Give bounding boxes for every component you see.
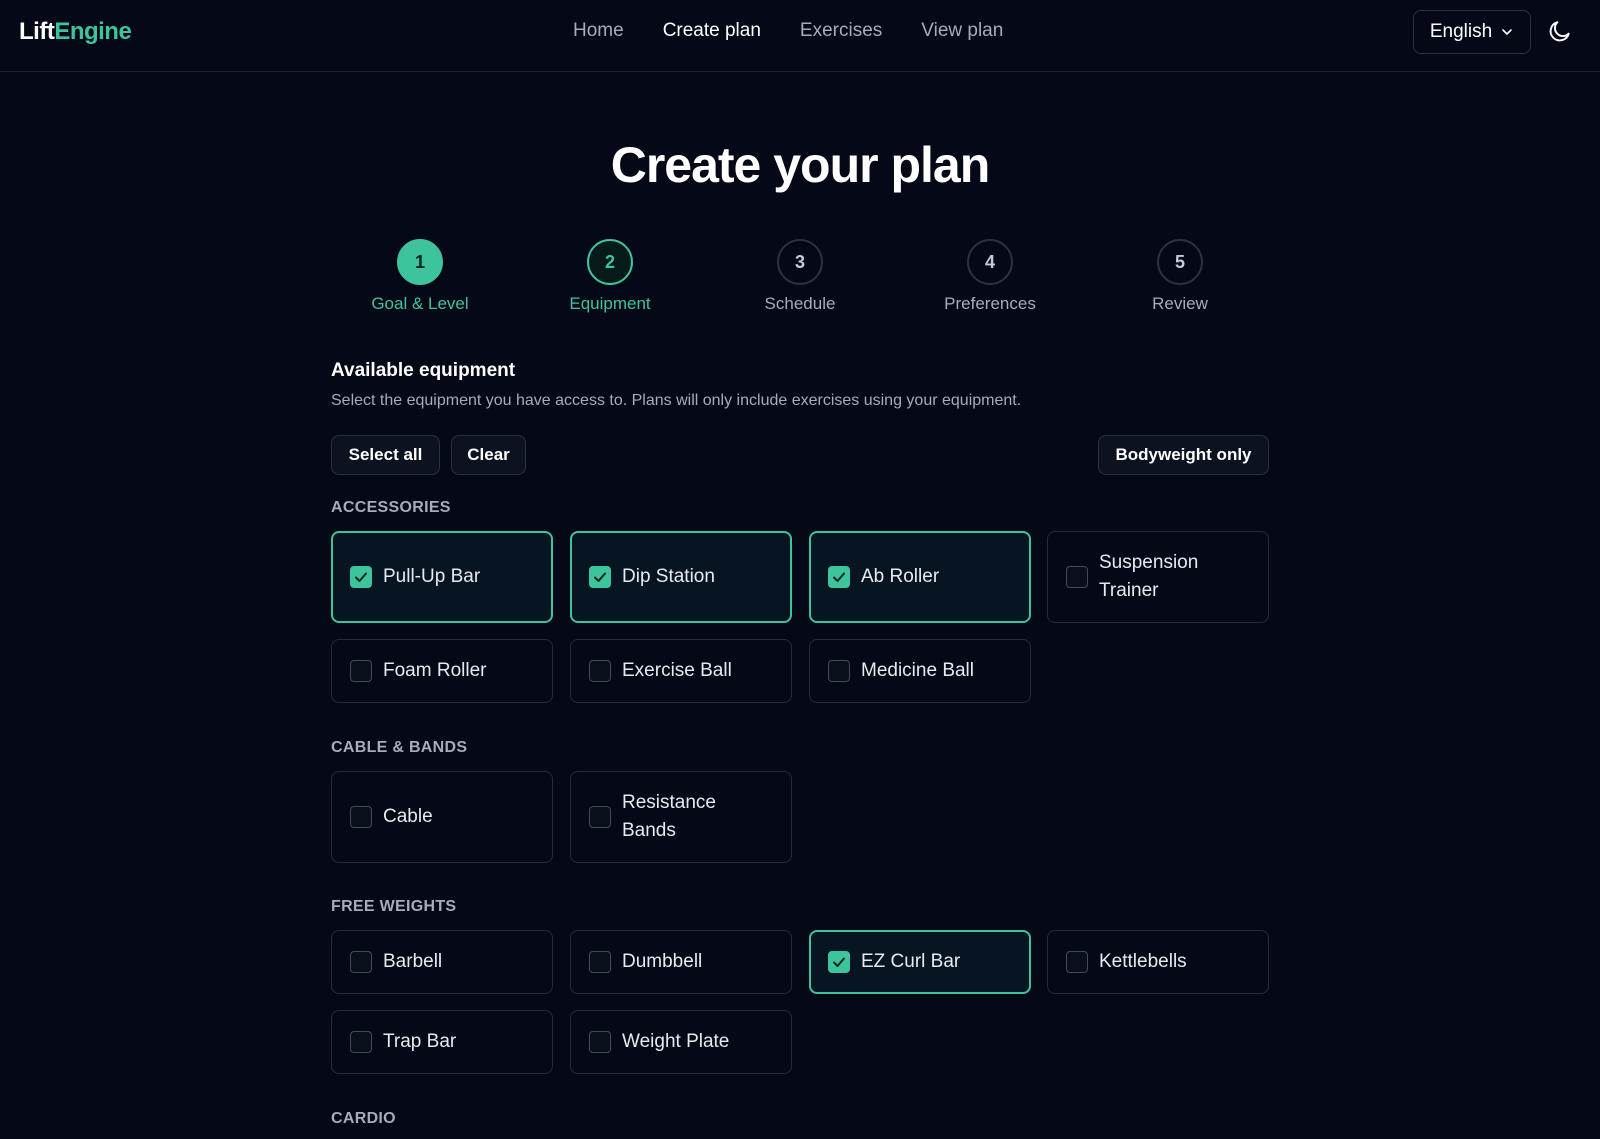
checkbox[interactable] [828,951,850,973]
equipment-card-cable[interactable]: Cable [331,771,553,863]
category-heading: ACCESSORIES [331,499,451,516]
step-goal-level[interactable]: 1 Goal & Level [350,239,490,314]
equipment-label: Ab Roller [861,566,940,587]
checkbox[interactable] [1066,566,1088,588]
equipment-label: Medicine Ball [861,660,974,681]
logo-part-engine: Engine [54,18,132,45]
equipment-label: Pull-Up Bar [383,566,481,587]
equipment-label: Suspension Trainer [1099,552,1199,601]
checkbox[interactable] [589,660,611,682]
step-label: Goal & Level [371,294,469,313]
equipment-card-exercise-ball[interactable]: Exercise Ball [570,639,792,703]
equipment-card-kettlebells[interactable]: Kettlebells [1047,930,1269,994]
language-value: English [1429,21,1493,42]
top-navbar: LiftEngine Home Create plan Exercises Vi… [0,0,1600,72]
checkbox[interactable] [350,660,372,682]
step-label: Review [1152,294,1208,313]
equipment-card-foam-roller[interactable]: Foam Roller [331,639,553,703]
moon-icon[interactable] [1547,18,1573,44]
clear-button[interactable]: Clear [451,435,526,475]
checkbox[interactable] [350,1031,372,1053]
step-schedule[interactable]: 3 Schedule [730,239,870,314]
equipment-card-weight-plate[interactable]: Weight Plate [570,1010,792,1074]
step-number: 1 [397,239,443,285]
main-nav: Home Create plan Exercises View plan [573,20,1003,42]
checkbox[interactable] [589,566,611,588]
checkbox[interactable] [350,951,372,973]
nav-view-plan[interactable]: View plan [921,20,1003,42]
section-subheading: Select the equipment you have access to.… [331,392,1022,409]
equipment-label: Kettlebells [1099,951,1187,972]
equipment-card-ez-curl-bar[interactable]: EZ Curl Bar [809,930,1031,994]
step-number: 2 [587,239,633,285]
select-all-button[interactable]: Select all [331,435,440,475]
checkbox[interactable] [350,806,372,828]
checkbox[interactable] [589,1031,611,1053]
step-label: Preferences [944,294,1036,313]
logo-part-lift: Lift [19,18,55,45]
bodyweight-only-button[interactable]: Bodyweight only [1098,435,1269,475]
check-icon [833,572,845,582]
checkbox[interactable] [828,660,850,682]
equipment-card-barbell[interactable]: Barbell [331,930,553,994]
step-number: 5 [1157,239,1203,285]
equipment-label: Cable [383,806,433,827]
equipment-card-dumbbell[interactable]: Dumbbell [570,930,792,994]
step-label: Equipment [569,294,651,313]
equipment-card-suspension-trainer[interactable]: Suspension Trainer [1047,531,1269,623]
checkbox[interactable] [350,566,372,588]
equipment-label: Resistance Bands [622,792,716,841]
nav-home[interactable]: Home [573,20,624,42]
stepper: 1 Goal & Level 2 Equipment 3 Schedule 4 … [325,239,1275,319]
equipment-card-resistance-bands[interactable]: Resistance Bands [570,771,792,863]
category-heading: CABLE & BANDS [331,739,468,756]
nav-create-plan[interactable]: Create plan [663,20,761,42]
checkbox[interactable] [1066,951,1088,973]
equipment-card-trap-bar[interactable]: Trap Bar [331,1010,553,1074]
page-title: Create your plan [610,137,991,193]
equipment-label: Foam Roller [383,660,487,681]
step-number: 3 [777,239,823,285]
check-icon [355,572,367,582]
equipment-label: Trap Bar [383,1031,457,1052]
equipment-card-medicine-ball[interactable]: Medicine Ball [809,639,1031,703]
step-preferences[interactable]: 4 Preferences [920,239,1060,314]
equipment-label: Dip Station [622,566,715,587]
checkbox[interactable] [589,951,611,973]
step-number: 4 [967,239,1013,285]
step-equipment[interactable]: 2 Equipment [540,239,680,314]
equipment-card-pull-up-bar[interactable]: Pull-Up Bar [331,531,553,623]
nav-exercises[interactable]: Exercises [800,20,882,42]
category-heading: FREE WEIGHTS [331,898,457,915]
step-review[interactable]: 5 Review [1110,239,1250,314]
equipment-card-ab-roller[interactable]: Ab Roller [809,531,1031,623]
check-icon [594,572,606,582]
check-icon [833,957,845,967]
language-select[interactable]: English [1413,10,1531,54]
equipment-label: Dumbbell [622,951,703,972]
equipment-label: EZ Curl Bar [861,951,961,972]
equipment-label: Barbell [383,951,443,972]
app-logo[interactable]: LiftEngine [19,18,132,46]
equipment-label: Weight Plate [622,1031,730,1052]
equipment-card-dip-station[interactable]: Dip Station [570,531,792,623]
step-label: Schedule [764,294,836,313]
category-heading: CARDIO [331,1110,396,1127]
chevron-down-icon [1502,29,1512,35]
section-heading: Available equipment [331,360,516,381]
checkbox[interactable] [589,806,611,828]
equipment-label: Exercise Ball [622,660,732,681]
checkbox[interactable] [828,566,850,588]
